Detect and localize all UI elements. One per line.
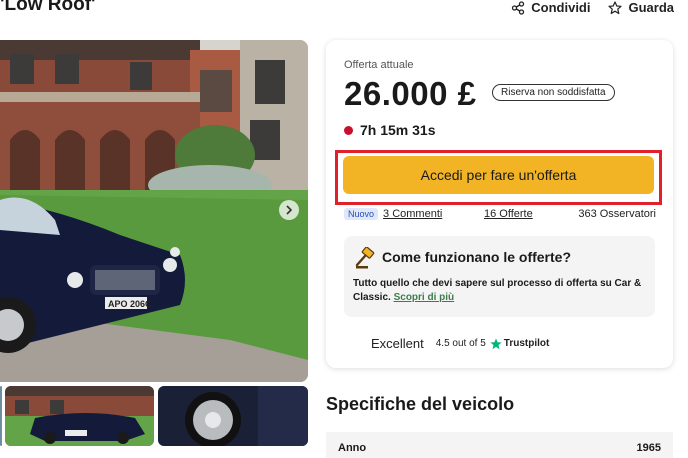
auction-timer: 7h 15m 31s <box>344 122 436 138</box>
gallery-next-button[interactable] <box>279 200 299 220</box>
svg-text:APO 206C: APO 206C <box>108 299 152 309</box>
gallery-thumbnail[interactable] <box>5 386 154 446</box>
chevron-right-icon <box>286 205 293 215</box>
gallery-thumbnail[interactable] <box>158 386 308 446</box>
login-to-bid-button[interactable]: Accedi per fare un'offerta <box>343 156 654 194</box>
offers-link[interactable]: 16 Offerte <box>484 208 533 220</box>
top-actions: Condividi Guarda <box>511 0 674 15</box>
spec-value: 1965 <box>636 442 661 454</box>
trustpilot-star-icon <box>490 338 502 349</box>
gallery-thumbnail[interactable] <box>0 386 2 446</box>
current-offer-label: Offerta attuale <box>344 59 414 71</box>
live-dot-icon <box>344 125 353 135</box>
watch-label: Guarda <box>628 0 674 15</box>
trustpilot-brand: Trustpilot <box>503 338 550 349</box>
current-offer-amount: 26.000 £ <box>344 75 477 112</box>
listing-title: 'Low Roof' <box>0 0 96 15</box>
trustpilot-score: 4.5 out of 5 <box>435 338 486 349</box>
how-offers-work-box: Come funzionano le offerte? Tutto quello… <box>344 236 655 317</box>
watchers-count: 363 Osservatori <box>578 208 656 220</box>
time-remaining: 7h 15m 31s <box>360 122 436 138</box>
share-button[interactable]: Condividi <box>511 0 590 15</box>
info-title: Come funzionano le offerte? <box>382 249 571 265</box>
gavel-icon <box>355 247 375 269</box>
main-vehicle-photo[interactable]: APO 206C <box>0 40 308 382</box>
share-icon <box>512 0 525 15</box>
share-label: Condividi <box>531 0 591 15</box>
comments-link[interactable]: 3 Commenti <box>383 208 442 220</box>
new-badge: Nuovo <box>344 208 379 220</box>
star-icon <box>608 0 623 14</box>
spec-row: Anno 1965 <box>326 432 673 458</box>
info-text: Tutto quello che devi sapere sul process… <box>353 277 649 305</box>
learn-more-link[interactable]: Scopri di più <box>394 292 455 303</box>
bid-panel: Offerta attuale 26.000 £ Riserva non sod… <box>326 40 673 368</box>
vehicle-specs-title: Specifiche del veicolo <box>326 394 515 414</box>
watch-button[interactable]: Guarda <box>608 0 674 15</box>
trustpilot-widget[interactable]: Excellent 4.5 out of 5 Trustpilot <box>371 336 549 351</box>
auction-stats: Nuovo 3 Commenti 16 Offerte 363 Osservat… <box>344 208 656 220</box>
reserve-status-badge: Riserva non soddisfatta <box>492 84 615 101</box>
spec-label: Anno <box>338 442 367 454</box>
trustpilot-rating-word: Excellent <box>371 336 424 351</box>
